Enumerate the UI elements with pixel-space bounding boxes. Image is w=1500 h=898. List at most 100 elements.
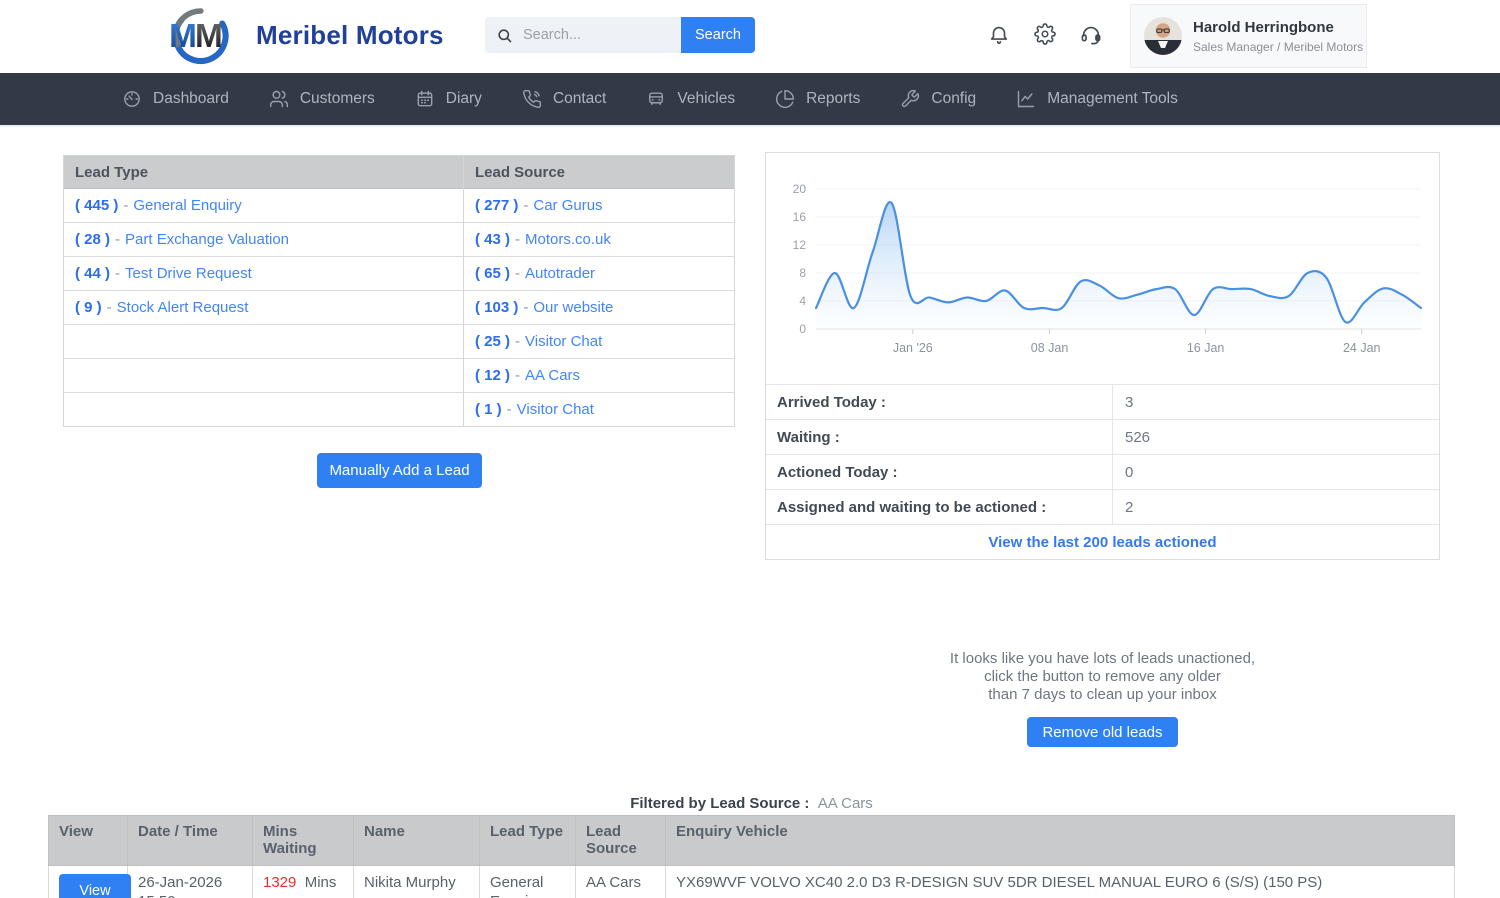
nav-item-management-tools[interactable]: Management Tools xyxy=(1016,89,1178,109)
col-lead-type: Lead Type xyxy=(480,816,576,866)
col-mins-waiting: Mins Waiting xyxy=(253,816,354,866)
settings-gear-icon[interactable] xyxy=(1034,23,1056,45)
lead-source-row[interactable]: ( 25 ) - Visitor Chat xyxy=(464,325,734,359)
lead-count-link[interactable]: ( 103 ) xyxy=(475,299,518,316)
filtered-by-line: Filtered by Lead Source : AA Cars xyxy=(48,795,1455,812)
lead-count-link[interactable]: ( 28 ) xyxy=(75,231,110,248)
support-headset-icon[interactable] xyxy=(1080,23,1102,45)
lead-count-link[interactable]: ( 277 ) xyxy=(475,197,518,214)
meribel-motors-logo: M M xyxy=(158,3,246,69)
lead-count-link[interactable]: ( 43 ) xyxy=(475,231,510,248)
separator: - xyxy=(115,265,120,282)
lead-label-link[interactable]: General Enquiry xyxy=(133,197,241,214)
remove-old-leads-button[interactable]: Remove old leads xyxy=(1027,717,1177,747)
separator: - xyxy=(507,401,512,418)
lead-label-link[interactable]: AA Cars xyxy=(525,367,580,384)
svg-text:08 Jan: 08 Jan xyxy=(1031,341,1069,355)
lead-time: 15:50 xyxy=(138,892,242,898)
svg-text:12: 12 xyxy=(793,238,807,252)
col-lead-source: Lead Source xyxy=(576,816,666,866)
customers-icon xyxy=(269,89,289,109)
leads-area-chart: 048121620Jan '2608 Jan16 Jan24 Jan xyxy=(766,153,1439,384)
lead-source-row[interactable]: ( 43 ) - Motors.co.uk xyxy=(464,223,734,257)
stat-value: 526 xyxy=(1113,420,1150,454)
stat-label: Waiting : xyxy=(766,420,1113,454)
lead-source-row[interactable]: ( 1 ) - Visitor Chat xyxy=(464,393,734,426)
lead-type-header: Lead Type xyxy=(64,156,463,189)
lead-count-link[interactable]: ( 44 ) xyxy=(75,265,110,282)
brand-title: Meribel Motors xyxy=(256,20,444,51)
cleanup-message-block: It looks like you have lots of leads una… xyxy=(765,650,1440,747)
lead-source-header: Lead Source xyxy=(464,156,734,189)
empty-row xyxy=(64,325,463,359)
lead-label-link[interactable]: Autotrader xyxy=(525,265,595,282)
lead-count-link[interactable]: ( 25 ) xyxy=(475,333,510,350)
separator: - xyxy=(523,197,528,214)
contact-phone-icon xyxy=(522,89,542,109)
lead-source-table: Lead Source ( 277 ) - Car Gurus ( 43 ) -… xyxy=(463,155,735,427)
lead-label-link[interactable]: Visitor Chat xyxy=(525,333,602,350)
nav-item-vehicles[interactable]: Vehicles xyxy=(646,89,735,109)
lead-source-row[interactable]: ( 12 ) - AA Cars xyxy=(464,359,734,393)
lead-count-link[interactable]: ( 65 ) xyxy=(475,265,510,282)
vehicles-car-icon xyxy=(646,89,666,109)
lead-date: 26-Jan-2026 xyxy=(138,873,242,892)
nav-item-dashboard[interactable]: Dashboard xyxy=(122,89,229,109)
separator: - xyxy=(515,231,520,248)
leads-table: View Date / Time Mins Waiting Name Lead … xyxy=(48,815,1455,898)
mins-waiting-value: 1329 xyxy=(263,874,296,891)
cell-view: View xyxy=(49,866,128,898)
nav-item-diary[interactable]: Diary xyxy=(415,89,482,109)
cell-mins-waiting: 1329 Mins xyxy=(253,866,354,898)
lead-source-row[interactable]: ( 65 ) - Autotrader xyxy=(464,257,734,291)
search-input[interactable] xyxy=(521,26,675,44)
cell-lead-type: General Enquiry xyxy=(480,866,576,898)
search-box[interactable] xyxy=(485,17,681,53)
stat-row-assigned-waiting: Assigned and waiting to be actioned : 2 xyxy=(766,489,1439,524)
search-bar: Search xyxy=(485,17,755,53)
notifications-bell-icon[interactable] xyxy=(988,23,1010,45)
lead-type-row[interactable]: ( 28 ) - Part Exchange Valuation xyxy=(64,223,463,257)
lead-type-row[interactable]: ( 445 ) - General Enquiry xyxy=(64,189,463,223)
col-enquiry-vehicle: Enquiry Vehicle xyxy=(666,816,1455,866)
lead-source-row[interactable]: ( 277 ) - Car Gurus xyxy=(464,189,734,223)
nav-item-reports[interactable]: Reports xyxy=(775,89,860,109)
nav-item-customers[interactable]: Customers xyxy=(269,89,375,109)
lead-source-row[interactable]: ( 103 ) - Our website xyxy=(464,291,734,325)
separator: - xyxy=(515,265,520,282)
search-button[interactable]: Search xyxy=(681,17,755,53)
nav-item-config[interactable]: Config xyxy=(900,89,976,109)
nav-item-contact[interactable]: Contact xyxy=(522,89,606,109)
lead-count-link[interactable]: ( 12 ) xyxy=(475,367,510,384)
user-role: Sales Manager / Meribel Motors xyxy=(1193,40,1363,54)
empty-row xyxy=(64,393,463,426)
avatar xyxy=(1144,17,1182,55)
lead-label-link[interactable]: Part Exchange Valuation xyxy=(125,231,289,248)
lead-label-link[interactable]: Visitor Chat xyxy=(517,401,594,418)
lead-count-link[interactable]: ( 1 ) xyxy=(475,401,502,418)
svg-text:0: 0 xyxy=(799,322,806,336)
col-view: View xyxy=(49,816,128,866)
lead-label-link[interactable]: Test Drive Request xyxy=(125,265,252,282)
stat-label: Assigned and waiting to be actioned : xyxy=(766,490,1113,524)
lead-count-link[interactable]: ( 9 ) xyxy=(75,299,102,316)
lead-label-link[interactable]: Motors.co.uk xyxy=(525,231,611,248)
lead-type-row[interactable]: ( 9 ) - Stock Alert Request xyxy=(64,291,463,325)
user-panel[interactable]: Harold Herringbone Sales Manager / Merib… xyxy=(1130,4,1367,68)
lead-type-row[interactable]: ( 44 ) - Test Drive Request xyxy=(64,257,463,291)
leads-overview-panel: 048121620Jan '2608 Jan16 Jan24 Jan Arriv… xyxy=(765,152,1440,560)
svg-text:4: 4 xyxy=(799,294,806,308)
lead-label-link[interactable]: Car Gurus xyxy=(533,197,602,214)
col-date-time: Date / Time xyxy=(128,816,253,866)
lead-count-link[interactable]: ( 445 ) xyxy=(75,197,118,214)
lead-label-link[interactable]: Our website xyxy=(533,299,613,316)
lead-label-link[interactable]: Stock Alert Request xyxy=(117,299,249,316)
top-bar: M M Meribel Motors Search xyxy=(0,0,1500,73)
manually-add-lead-button[interactable]: Manually Add a Lead xyxy=(317,453,482,488)
view-lead-button[interactable]: View xyxy=(59,874,131,898)
lead-type-table: Lead Type ( 445 ) - General Enquiry ( 28… xyxy=(63,155,463,427)
view-last-200-link[interactable]: View the last 200 leads actioned xyxy=(988,534,1216,551)
nav-underline xyxy=(0,125,1500,127)
separator: - xyxy=(123,197,128,214)
cell-enquiry-vehicle: YX69WVF VOLVO XC40 2.0 D3 R-DESIGN SUV 5… xyxy=(666,866,1455,898)
